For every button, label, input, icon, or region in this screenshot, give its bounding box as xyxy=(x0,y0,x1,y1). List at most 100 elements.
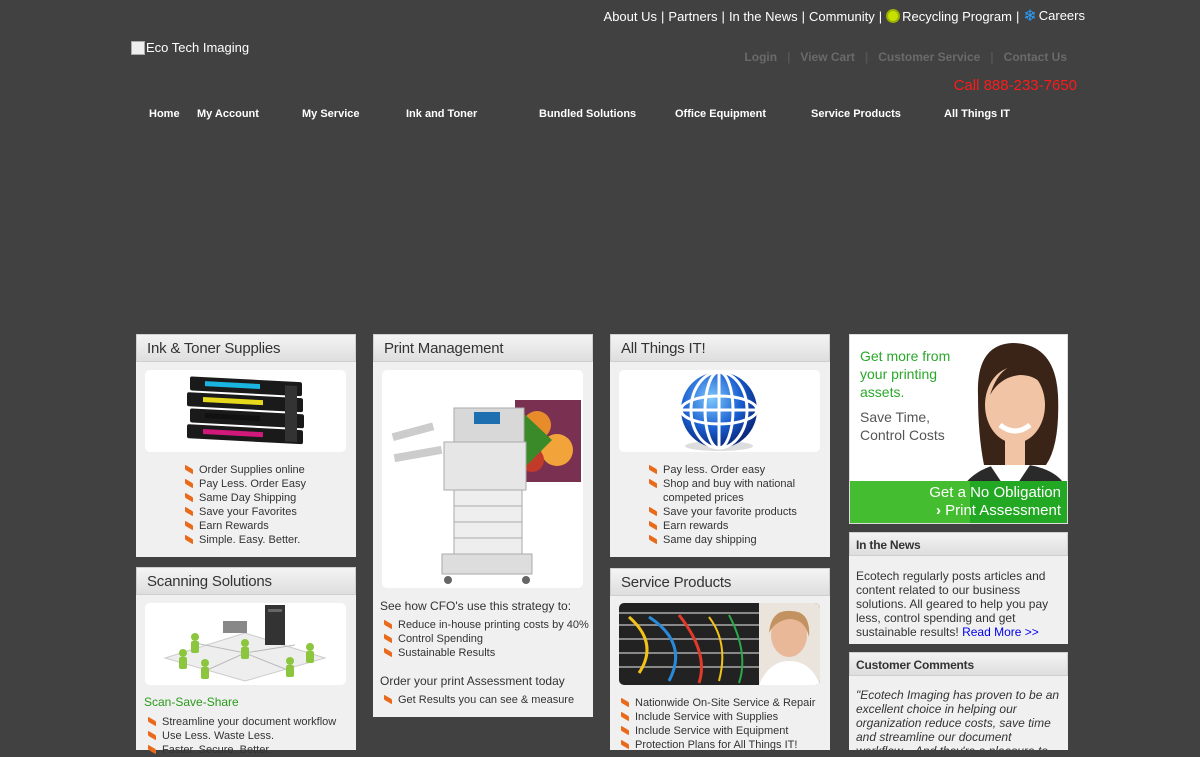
ink-toner-panel: Ink & Toner Supplies Order Supplies onli… xyxy=(136,334,356,557)
login-link[interactable]: Login xyxy=(734,50,787,64)
separator: | xyxy=(801,8,805,24)
community-link[interactable]: Community xyxy=(809,9,875,24)
list-item: Save your favorite products xyxy=(649,505,819,519)
promo-subhead: Save Time, Control Costs xyxy=(860,409,945,443)
bullet-icon xyxy=(384,619,392,630)
separator: | xyxy=(878,8,883,24)
list-item: Use Less. Waste Less. xyxy=(148,729,336,743)
bullet-icon xyxy=(185,534,193,545)
in-the-news-panel: In the News Ecotech regularly posts arti… xyxy=(849,532,1068,644)
toner-cartridges-icon xyxy=(187,376,304,445)
scanning-network-icon xyxy=(163,605,327,682)
service-image[interactable] xyxy=(619,603,820,685)
list-item: Pay less. Order easy xyxy=(649,463,819,477)
chevron-right-icon: › xyxy=(935,502,941,519)
customer-quote: "Ecotech Imaging has proven to be an exc… xyxy=(856,688,1060,750)
bullet-icon xyxy=(185,520,193,531)
bullet-icon xyxy=(384,647,392,658)
partners-link[interactable]: Partners xyxy=(668,9,717,24)
list-item: Earn Rewards xyxy=(185,519,306,533)
list-item: Simple. Easy. Better. xyxy=(185,533,306,547)
recycling-link[interactable]: Recycling Program xyxy=(886,8,1012,24)
account-links: Login | View Cart | Customer Service | C… xyxy=(734,50,1077,64)
logo-alt-text: Eco Tech Imaging xyxy=(146,40,250,55)
service-products-panel: Service Products Nationwide On-Site Serv… xyxy=(610,568,830,752)
bullet-icon xyxy=(649,464,657,475)
bullet-icon xyxy=(185,492,193,503)
bullet-icon xyxy=(185,478,193,489)
contact-us-link[interactable]: Contact Us xyxy=(994,50,1077,64)
scan-feature-list: Streamline your document workflow Use Le… xyxy=(148,715,336,757)
phone-number[interactable]: Call 888-233-7650 xyxy=(954,77,1077,94)
news-body: Ecotech regularly posts articles and con… xyxy=(856,569,1049,639)
main-nav: Home My Account My Service Ink and Toner… xyxy=(0,108,1200,124)
panel-title[interactable]: All Things IT! xyxy=(610,334,830,362)
list-item: Reduce in-house printing costs by 40% xyxy=(384,618,589,632)
nav-home[interactable]: Home xyxy=(149,108,180,120)
list-item: Control Spending xyxy=(384,632,589,646)
scanning-panel: Scanning Solutions Scan-Save-Share Strea… xyxy=(136,567,356,756)
list-item: Faster. Secure. Better. xyxy=(148,743,336,757)
bullet-icon xyxy=(384,694,392,705)
list-item: Streamline your document workflow xyxy=(148,715,336,729)
nav-my-account[interactable]: My Account xyxy=(197,108,259,120)
bullet-icon xyxy=(649,520,657,531)
bullet-icon xyxy=(621,697,629,708)
print-assessment-banner[interactable]: Get more from your printing assets. Save… xyxy=(849,334,1068,524)
recycle-icon xyxy=(886,8,901,23)
scanning-image[interactable] xyxy=(145,603,346,685)
bullet-icon xyxy=(621,739,629,750)
panel-title[interactable]: Print Management xyxy=(373,334,593,362)
globe-image[interactable] xyxy=(619,370,820,452)
print-benefit-list: Reduce in-house printing costs by 40% Co… xyxy=(384,618,589,660)
view-cart-link[interactable]: View Cart xyxy=(790,50,864,64)
list-item: Same day shipping xyxy=(649,533,819,547)
separator: | xyxy=(1015,8,1020,24)
panel-title: In the News xyxy=(849,532,1068,556)
careers-label: Careers xyxy=(1038,8,1085,23)
nav-bundled-solutions[interactable]: Bundled Solutions xyxy=(539,108,636,120)
list-item: Shop and buy with national competed pric… xyxy=(649,477,819,505)
bullet-icon xyxy=(384,633,392,644)
logo[interactable]: Eco Tech Imaging xyxy=(131,40,249,55)
nav-ink-and-toner[interactable]: Ink and Toner xyxy=(406,108,477,120)
news-link[interactable]: In the News xyxy=(729,9,798,24)
toner-image[interactable] xyxy=(145,370,346,452)
nav-office-equipment[interactable]: Office Equipment xyxy=(675,108,766,120)
bullet-icon xyxy=(621,725,629,736)
promo-cta: Get a No Obligation › Print Assessment xyxy=(929,484,1061,519)
printer-image[interactable] xyxy=(382,370,583,588)
print-management-panel: Print Management See how CFO's use this … xyxy=(373,334,593,717)
list-item: Sustainable Results xyxy=(384,646,589,660)
panel-title[interactable]: Scanning Solutions xyxy=(136,567,356,595)
bullet-icon xyxy=(649,506,657,517)
bullet-icon xyxy=(649,478,657,489)
service-feature-list: Nationwide On-Site Service & Repair Incl… xyxy=(621,696,815,752)
order-benefit-list: Get Results you can see & measure xyxy=(384,693,574,707)
promo-headline: Get more from your printing assets. xyxy=(860,348,951,400)
careers-link[interactable]: ❄ Careers xyxy=(1023,8,1085,25)
bullet-icon xyxy=(185,506,193,517)
recycling-label: Recycling Program xyxy=(902,8,1012,24)
list-item: Save your Favorites xyxy=(185,505,306,519)
bullet-icon xyxy=(148,716,156,727)
list-item: Include Service with Equipment xyxy=(621,724,815,738)
all-things-it-panel: All Things IT! Pay less. Order easy Shop… xyxy=(610,334,830,557)
panel-title[interactable]: Service Products xyxy=(610,568,830,596)
nav-service-products[interactable]: Service Products xyxy=(811,108,901,120)
panel-title[interactable]: Ink & Toner Supplies xyxy=(136,334,356,362)
read-more-link[interactable]: Read More >> xyxy=(962,625,1039,639)
nav-my-service[interactable]: My Service xyxy=(302,108,359,120)
customer-service-link[interactable]: Customer Service xyxy=(868,50,990,64)
nav-all-things-it[interactable]: All Things IT xyxy=(944,108,1010,120)
about-link[interactable]: About Us xyxy=(604,9,657,24)
scan-tagline: Scan-Save-Share xyxy=(144,695,239,709)
list-item: Earn rewards xyxy=(649,519,819,533)
ink-feature-list: Order Supplies online Pay Less. Order Ea… xyxy=(185,463,306,547)
bullet-icon xyxy=(185,464,193,475)
bullet-icon xyxy=(148,730,156,741)
technician-server-icon xyxy=(619,603,820,685)
list-item: Get Results you can see & measure xyxy=(384,693,574,707)
list-item: Same Day Shipping xyxy=(185,491,306,505)
broken-image-icon xyxy=(131,40,145,55)
